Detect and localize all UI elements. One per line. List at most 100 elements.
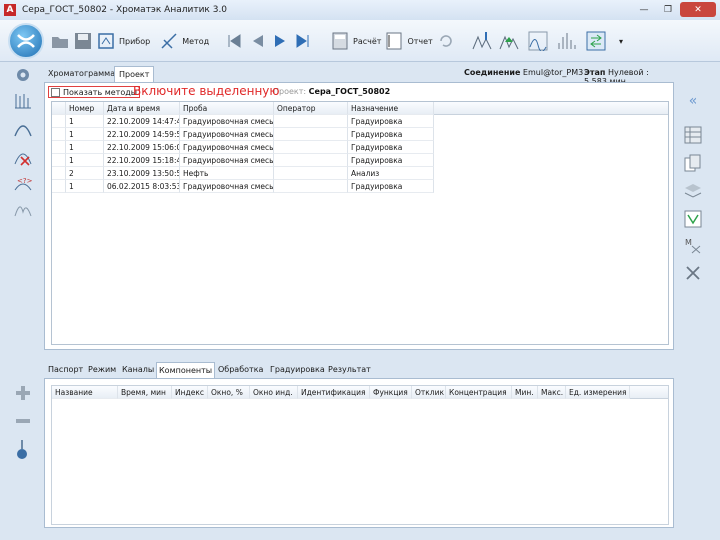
tab-result[interactable]: Результат <box>326 362 373 378</box>
download-chromatogram-icon[interactable] <box>472 31 492 51</box>
cell-number: 1 <box>66 128 104 141</box>
report-button[interactable]: Отчет <box>407 37 432 46</box>
left-sidebar: <?> <box>0 62 44 540</box>
col-header-window[interactable]: Окно, % <box>208 386 250 399</box>
split-peak-icon[interactable] <box>12 198 34 220</box>
unknown-peak-icon[interactable]: <?> <box>12 172 34 194</box>
components-panel: Название Время, мин Индекс Окно, % Окно … <box>44 378 674 528</box>
previous-icon[interactable] <box>247 31 267 51</box>
connection-label: Соединение <box>464 68 521 77</box>
col-header-index[interactable]: Индекс <box>172 386 208 399</box>
first-icon[interactable] <box>224 31 244 51</box>
tab-calibration[interactable]: Градуировка <box>268 362 327 378</box>
project-name: Сера_ГОСТ_50802 <box>308 87 391 96</box>
app-logo-icon <box>17 34 35 48</box>
method-button[interactable]: Метод <box>182 37 209 46</box>
col-header-max[interactable]: Макс. <box>538 386 566 399</box>
peak-icon[interactable] <box>528 31 548 51</box>
col-header-function[interactable]: Функция <box>370 386 412 399</box>
tab-passport[interactable]: Паспорт <box>46 362 85 378</box>
upload-chromatogram-icon[interactable] <box>499 31 519 51</box>
col-header-concentration[interactable]: Концентрация <box>446 386 512 399</box>
window-title: Сера_ГОСТ_50802 - Хроматэк Аналитик 3.0 <box>22 5 228 15</box>
copy-document-icon[interactable] <box>682 152 704 174</box>
spectrum-icon[interactable] <box>557 31 577 51</box>
export-document-icon[interactable] <box>682 208 704 230</box>
cell-operator <box>274 128 348 141</box>
connection-value: Emul@tor_PM3 <box>522 68 584 77</box>
peak-mark-icon[interactable] <box>12 118 34 140</box>
col-header-identification[interactable]: Идентификация <box>298 386 370 399</box>
toolbar-overflow-button[interactable]: ▾ <box>619 37 623 46</box>
tab-project[interactable]: Проект <box>114 66 155 82</box>
cell-operator <box>274 141 348 154</box>
undo-icon[interactable] <box>436 31 456 51</box>
transfer-icon[interactable] <box>586 31 606 51</box>
col-header-window-index[interactable]: Окно инд. <box>250 386 298 399</box>
app-icon: A <box>4 4 16 16</box>
cell-number: 1 <box>66 141 104 154</box>
instrument-icon[interactable] <box>96 31 116 51</box>
calc-button[interactable]: Расчёт <box>353 37 381 46</box>
maximize-button[interactable]: ❐ <box>656 2 680 17</box>
table-row[interactable]: 1 22.10.2009 14:59:50 Градуировочная сме… <box>52 128 668 141</box>
tab-mode[interactable]: Режим <box>86 362 118 378</box>
play-icon[interactable] <box>270 31 290 51</box>
connection-status: Соединение Emul@tor_PM3 <box>464 68 583 77</box>
cell-purpose: Градуировка <box>348 141 434 154</box>
save-icon[interactable] <box>73 31 93 51</box>
col-header-datetime[interactable]: Дата и время <box>104 102 180 115</box>
method-icon[interactable] <box>159 31 179 51</box>
baseline-icon[interactable] <box>12 90 34 112</box>
cell-sample: Градуировочная смесь <box>180 141 274 154</box>
col-header-unit[interactable]: Ед. измерения <box>566 386 630 399</box>
remove-minus-icon[interactable] <box>12 410 34 432</box>
minimize-button[interactable]: — <box>632 2 656 17</box>
tab-components[interactable]: Компоненты <box>156 362 216 378</box>
instrument-button[interactable]: Прибор <box>119 37 150 46</box>
col-header-name[interactable]: Название <box>52 386 118 399</box>
add-plus-icon[interactable] <box>12 382 34 404</box>
table-row[interactable]: 1 06.02.2015 8:03:53 Градуировочная смес… <box>52 180 668 193</box>
table-row[interactable]: 1 22.10.2009 14:47:47 Градуировочная сме… <box>52 115 668 128</box>
report-icon[interactable] <box>384 31 404 51</box>
table-row[interactable]: 2 23.10.2009 13:50:56 Нефть Анализ <box>52 167 668 180</box>
close-button[interactable]: ✕ <box>680 2 716 17</box>
checkbox-box[interactable] <box>51 87 60 97</box>
col-header-number[interactable]: Номер <box>66 102 104 115</box>
main-toolbar: Прибор Метод Расчёт Отчет ▾ <box>0 20 720 62</box>
settings-gear-icon[interactable] <box>12 64 34 86</box>
col-header-purpose[interactable]: Назначение <box>348 102 434 115</box>
table-row[interactable]: 1 22.10.2009 15:06:03 Градуировочная сме… <box>52 141 668 154</box>
last-icon[interactable] <box>293 31 313 51</box>
components-header: Название Время, мин Индекс Окно, % Окно … <box>52 386 668 399</box>
cell-purpose: Градуировка <box>348 154 434 167</box>
merge-icon[interactable]: M <box>682 234 704 256</box>
tab-channels[interactable]: Каналы <box>120 362 156 378</box>
cell-sample: Градуировочная смесь <box>180 180 274 193</box>
collapse-chevron-icon[interactable]: « <box>682 90 704 112</box>
cell-datetime: 22.10.2009 15:18:48 <box>104 154 180 167</box>
delete-x-icon[interactable] <box>682 262 704 284</box>
tab-chromatogram[interactable]: Хроматограмма <box>44 66 119 82</box>
col-header-time[interactable]: Время, мин <box>118 386 172 399</box>
col-header-response[interactable]: Отклик <box>412 386 446 399</box>
bottom-tabs: Паспорт Режим Каналы Компоненты Обработк… <box>44 358 674 378</box>
table-row[interactable]: 1 22.10.2009 15:18:48 Градуировочная сме… <box>52 154 668 167</box>
layers-icon[interactable] <box>682 180 704 202</box>
col-header-operator[interactable]: Оператор <box>274 102 348 115</box>
calculator-icon[interactable] <box>330 31 350 51</box>
col-header-sample[interactable]: Проба <box>180 102 274 115</box>
flask-icon[interactable] <box>12 438 34 460</box>
col-header-min[interactable]: Мин. <box>512 386 538 399</box>
delete-peak-icon[interactable] <box>12 146 34 168</box>
open-folder-icon[interactable] <box>50 31 70 51</box>
tab-processing[interactable]: Обработка <box>216 362 265 378</box>
cell-sample: Градуировочная смесь <box>180 128 274 141</box>
app-menu-button[interactable] <box>8 23 44 59</box>
show-methods-checkbox[interactable]: Показать методы <box>48 86 141 98</box>
cell-purpose: Градуировка <box>348 128 434 141</box>
cell-sample: Градуировочная смесь <box>180 115 274 128</box>
table-view-icon[interactable] <box>682 124 704 146</box>
cell-number: 1 <box>66 180 104 193</box>
